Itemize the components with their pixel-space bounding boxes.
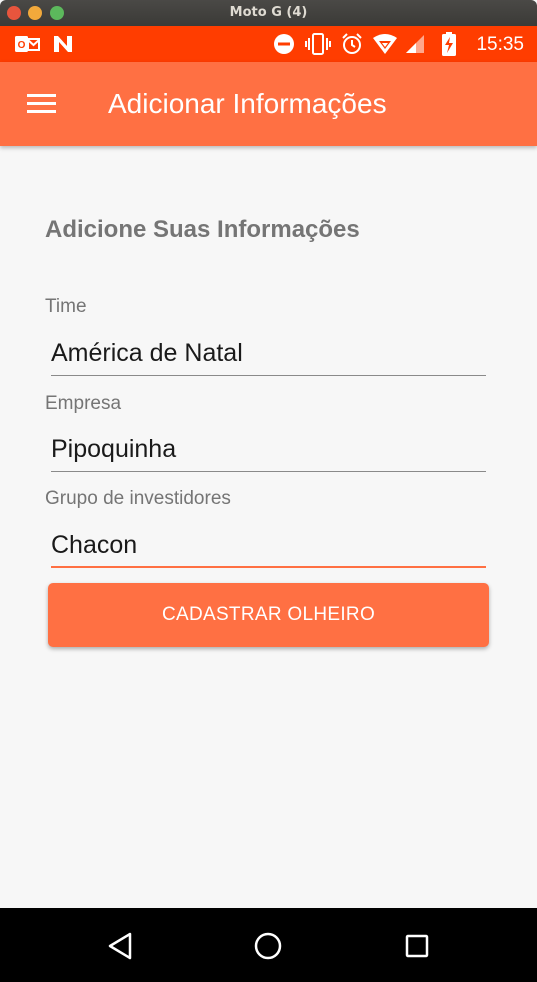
window-title: Moto G (4): [229, 5, 308, 20]
outlook-icon: O: [14, 32, 40, 56]
battery-charging-icon: [440, 32, 458, 56]
svg-text:O: O: [18, 40, 26, 51]
cadastrar-olheiro-button[interactable]: CADASTRAR OLHEIRO: [48, 583, 489, 647]
alarm-icon: [340, 32, 364, 56]
time-field-label: Time: [45, 296, 87, 317]
wifi-icon: [372, 32, 398, 56]
time-field[interactable]: [51, 332, 486, 376]
signal-icon: [404, 32, 426, 56]
hamburger-menu-icon[interactable]: [20, 86, 64, 122]
grupo-investidores-field-label: Grupo de investidores: [45, 488, 231, 509]
do-not-disturb-icon: [273, 32, 295, 56]
empresa-field-label: Empresa: [45, 393, 122, 414]
recents-icon[interactable]: [399, 928, 435, 964]
vibrate-icon: [304, 32, 332, 56]
status-time: 15:35: [476, 34, 524, 55]
navigation-bar: [0, 908, 537, 982]
window-titlebar: Moto G (4): [0, 0, 537, 26]
app-bar-title: Adicionar Informações: [108, 88, 387, 119]
back-icon[interactable]: [102, 928, 138, 964]
app-bar: Adicionar Informações: [0, 62, 537, 146]
form-heading: Adicione Suas Informações: [45, 216, 360, 243]
grupo-investidores-field[interactable]: [51, 524, 486, 568]
home-icon[interactable]: [250, 928, 286, 964]
status-bar: O 15:35: [0, 26, 537, 62]
empresa-field[interactable]: [51, 428, 486, 472]
n-app-icon: [52, 32, 74, 56]
